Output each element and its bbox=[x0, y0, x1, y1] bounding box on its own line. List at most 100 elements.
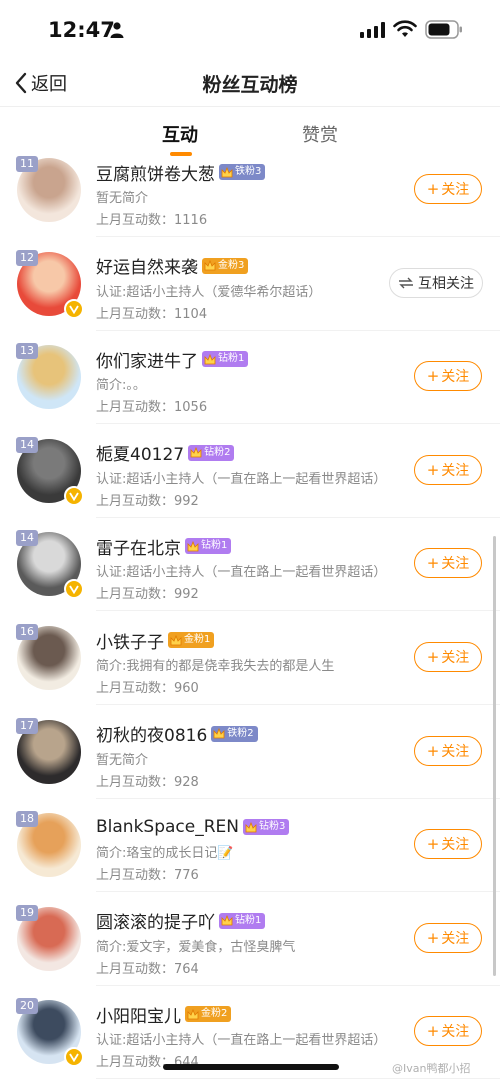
interaction-count-value: 928 bbox=[174, 774, 199, 790]
user-name[interactable]: 好运自然来袭 bbox=[96, 253, 198, 278]
fan-level-label: 金粉2 bbox=[201, 1008, 228, 1020]
scrollbar[interactable] bbox=[493, 536, 496, 976]
fan-level-label: 金粉1 bbox=[184, 634, 211, 645]
crown-icon bbox=[221, 166, 233, 177]
crown-icon bbox=[204, 260, 216, 271]
follow-button[interactable]: + 关注 bbox=[414, 548, 482, 579]
plus-icon: + bbox=[426, 367, 440, 386]
user-name[interactable]: 你们家进牛了 bbox=[96, 347, 198, 372]
swap-arrows-icon bbox=[399, 277, 413, 289]
follow-button[interactable]: + 关注 bbox=[414, 735, 482, 766]
list-item[interactable]: 13 你们家进牛了 钻粉1 简介:。。 上月互动数：1056 + 关注 bbox=[0, 330, 500, 425]
fan-level-badge: 钻粉3 bbox=[243, 819, 290, 836]
crown-icon bbox=[190, 447, 202, 458]
interaction-count-value: 960 bbox=[174, 681, 199, 696]
crown-icon bbox=[213, 728, 225, 739]
interaction-count-label: 上月互动数： bbox=[96, 493, 175, 509]
interaction-count: 上月互动数：928 bbox=[96, 771, 199, 790]
user-description: 认证:超话小主持人（一直在路上一起看世界超话） bbox=[96, 471, 387, 487]
interaction-count-value: 1116 bbox=[174, 213, 208, 228]
crown-icon bbox=[187, 540, 199, 552]
fan-level-label: 钻粉3 bbox=[259, 821, 286, 833]
interaction-count-value: 776 bbox=[174, 868, 199, 884]
verified-icon bbox=[64, 579, 84, 600]
follow-label: 关注 bbox=[441, 462, 470, 479]
follow-button[interactable]: + 关注 bbox=[414, 361, 482, 392]
user-name[interactable]: 豆腐煎饼卷大葱 bbox=[96, 160, 215, 185]
rank-badge: 14 bbox=[16, 436, 38, 453]
user-description: 简介:珞宝的成长日记📝 bbox=[96, 846, 234, 862]
page-title: 粉丝互动榜 bbox=[202, 74, 298, 96]
name-line: 圆滚滚的提子吖 钻粉1 bbox=[96, 908, 266, 933]
user-name[interactable]: BlankSpace_REN bbox=[96, 817, 239, 837]
follow-button[interactable]: + 关注 bbox=[414, 642, 482, 672]
follow-button[interactable]: + 关注 bbox=[414, 174, 482, 204]
verified-icon bbox=[64, 1047, 84, 1068]
list-item[interactable]: 12 好运自然来袭 金粉3 认证:超话小主持人（爱德华希尔超话） 上月互动数：1104 互… bbox=[0, 237, 500, 331]
status-time: 12:47 bbox=[48, 18, 115, 42]
crown-icon bbox=[187, 1008, 199, 1020]
interaction-count-value: 992 bbox=[174, 587, 199, 603]
plus-icon: + bbox=[426, 928, 440, 947]
mutual-follow-button[interactable]: 互相关注 bbox=[389, 267, 483, 298]
list-item[interactable]: 19 圆滚滚的提子吖 钻粉1 简介:爱文字，爱美食，古怪臭脾气 上月互动数：764 + 关注 bbox=[0, 892, 500, 986]
interaction-count: 上月互动数：764 bbox=[96, 958, 199, 977]
crown-icon bbox=[170, 634, 182, 645]
interaction-count: 上月互动数：776 bbox=[96, 864, 199, 883]
cellular-signal-icon bbox=[360, 22, 385, 38]
fan-level-badge: 钻粉1 bbox=[202, 351, 249, 368]
fan-level-badge: 钻粉1 bbox=[185, 538, 232, 555]
name-line: 小铁子子 金粉1 bbox=[96, 628, 215, 653]
plus-icon: + bbox=[426, 741, 440, 760]
list-item[interactable]: 11 豆腐煎饼卷大葱 铁粉3 暂无简介 上月互动数：1116 + 关注 bbox=[0, 143, 500, 237]
user-description: 认证:超话小主持人（一直在路上一起看世界超话） bbox=[96, 1033, 387, 1049]
fan-level-badge: 金粉3 bbox=[202, 257, 249, 274]
rank-badge: 20 bbox=[16, 998, 38, 1015]
rank-badge: 17 bbox=[16, 717, 38, 734]
name-line: 豆腐煎饼卷大葱 铁粉3 bbox=[96, 160, 266, 185]
interaction-count: 上月互动数：992 bbox=[96, 583, 199, 602]
user-name[interactable]: 小铁子子 bbox=[96, 628, 164, 653]
name-line: 雷子在北京 钻粉1 bbox=[96, 534, 232, 559]
plus-icon: + bbox=[426, 554, 440, 573]
name-line: 小阳阳宝儿 金粉2 bbox=[96, 1002, 232, 1027]
follow-label: 关注 bbox=[441, 369, 470, 386]
follow-button[interactable]: + 关注 bbox=[414, 1016, 482, 1047]
interaction-count: 上月互动数：992 bbox=[96, 490, 199, 509]
user-description: 简介:我拥有的都是侥幸我失去的都是人生 bbox=[96, 659, 335, 674]
user-name[interactable]: 栀夏40127 bbox=[96, 440, 184, 465]
fan-level-label: 铁粉2 bbox=[227, 727, 254, 739]
fan-level-label: 钻粉1 bbox=[201, 540, 228, 552]
divider bbox=[0, 106, 500, 107]
rank-badge: 18 bbox=[16, 811, 38, 828]
user-name[interactable]: 圆滚滚的提子吖 bbox=[96, 908, 215, 933]
rank-badge: 16 bbox=[16, 624, 38, 640]
rank-badge: 13 bbox=[16, 343, 38, 360]
follow-button[interactable]: + 关注 bbox=[414, 922, 482, 953]
plus-icon: + bbox=[426, 648, 440, 666]
fan-level-badge: 钻粉2 bbox=[188, 444, 235, 461]
follow-label: 关注 bbox=[441, 743, 470, 760]
user-description: 简介:爱文字，爱美食，古怪臭脾气 bbox=[96, 939, 296, 955]
list-item[interactable]: 16 小铁子子 金粉1 简介:我拥有的都是侥幸我失去的都是人生 上月互动数：960 + 关注 bbox=[0, 611, 500, 705]
user-name[interactable]: 小阳阳宝儿 bbox=[96, 1002, 181, 1027]
fan-level-label: 钻粉2 bbox=[204, 446, 231, 458]
list-item[interactable]: 17 初秋的夜0816 铁粉2 暂无简介 上月互动数：928 + 关注 bbox=[0, 705, 500, 799]
follow-label: 关注 bbox=[441, 1024, 470, 1041]
name-line: 你们家进牛了 钻粉1 bbox=[96, 347, 249, 372]
list-item[interactable]: 18 BlankSpace_REN 钻粉3 简介:珞宝的成长日记📝 上月互动数：776 +… bbox=[0, 798, 500, 893]
user-name[interactable]: 雷子在北京 bbox=[96, 534, 181, 559]
list-item[interactable]: 14 栀夏40127 钻粉2 认证:超话小主持人（一直在路上一起看世界超话） 上月互动数… bbox=[0, 424, 500, 518]
interaction-count-label: 上月互动数： bbox=[96, 213, 175, 228]
interaction-count-label: 上月互动数： bbox=[96, 400, 175, 416]
fan-level-label: 金粉3 bbox=[218, 259, 245, 271]
list-item[interactable]: 14 雷子在北京 钻粉1 认证:超话小主持人（一直在路上一起看世界超话） 上月互动数：9… bbox=[0, 517, 500, 612]
follow-button[interactable]: + 关注 bbox=[414, 454, 482, 485]
interaction-count-value: 1056 bbox=[174, 400, 208, 416]
follow-label: 关注 bbox=[441, 182, 470, 198]
plus-icon: + bbox=[426, 460, 440, 479]
home-indicator bbox=[163, 1064, 339, 1070]
user-name[interactable]: 初秋的夜0816 bbox=[96, 721, 207, 746]
follow-button[interactable]: + 关注 bbox=[414, 829, 482, 860]
name-line: 初秋的夜0816 铁粉2 bbox=[96, 722, 258, 746]
